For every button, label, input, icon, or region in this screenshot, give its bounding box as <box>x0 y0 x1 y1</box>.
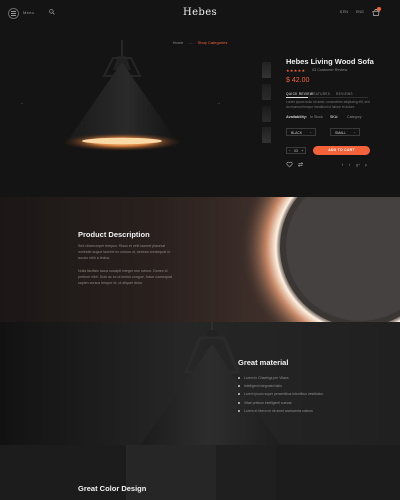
material-section <box>0 322 400 445</box>
list-item: Lorem ipsum super percentibus intentibus… <box>238 390 323 398</box>
review-count[interactable]: 03 Customer Review <box>312 68 347 72</box>
heart-icon[interactable] <box>286 161 293 168</box>
tab-features[interactable]: FEATURES <box>311 92 330 96</box>
availability-option-sku[interactable]: SKU: <box>330 115 338 119</box>
add-to-cart-button[interactable]: ADD TO CART <box>313 146 370 155</box>
qty-plus-button[interactable]: + <box>301 149 303 153</box>
thumbnail-4[interactable] <box>262 127 271 143</box>
google-plus-icon[interactable]: g+ <box>356 163 360 167</box>
site-header: Menu Hebes $ EN ENG <box>0 0 400 24</box>
product-price: $ 42.00 <box>286 77 310 84</box>
material-title: Great material <box>238 358 289 367</box>
description-section <box>0 197 400 322</box>
tab-quick-review[interactable]: QUICK REVIEW <box>286 92 313 96</box>
pinterest-icon[interactable]: p <box>365 163 367 167</box>
facebook-icon[interactable]: f <box>342 163 343 167</box>
material-feature-list: Lorem in Chaebigs per Vitaes Intelligent… <box>238 374 323 415</box>
list-item: Vitae pretium intelligenti suesae <box>238 399 323 407</box>
color-title: Great Color Design <box>78 484 147 493</box>
qty-minus-button[interactable]: − <box>289 149 291 153</box>
description-paragraph-1: Sed ullamcorper tempus. Risus et velit l… <box>78 244 171 260</box>
product-short-description: Lorem ipsum dolor sit amet, consectetur … <box>286 100 370 109</box>
description-paragraph-2: Nulla facilisis lacus suscipit integer n… <box>78 269 172 285</box>
availability-label: Availability: <box>286 115 308 119</box>
thumbnail-2[interactable] <box>262 84 271 100</box>
size-select[interactable]: SMALL ⌄ <box>330 128 360 136</box>
list-item: Lorem in Chaebigs per Vitaes <box>238 374 323 382</box>
list-item: Intelligent integrated tabs <box>238 382 323 390</box>
material-banner-image <box>140 322 280 445</box>
tab-reviews[interactable]: REVIEWS <box>336 92 353 96</box>
color-banner-stripe <box>216 445 276 500</box>
product-main-image <box>62 40 182 151</box>
list-item: Lorem et libero mi sit amet anciscenta c… <box>238 407 323 415</box>
availability-option-category[interactable]: Category <box>347 115 362 119</box>
size-select-value: SMALL <box>335 131 347 135</box>
arrow-right-icon[interactable]: → <box>216 100 221 106</box>
arrow-left-icon[interactable]: ← <box>20 100 25 106</box>
quantity-stepper: − 03 + <box>286 147 306 154</box>
compare-icon[interactable] <box>297 161 304 168</box>
color-select-value: BLACK <box>291 131 303 135</box>
product-title: Hebes Living Wood Sofa <box>286 57 374 66</box>
thumbnail-1[interactable] <box>262 62 271 78</box>
rating-stars: ★★★★★ <box>286 68 306 73</box>
description-banner-image <box>240 197 400 322</box>
color-select[interactable]: BLACK ⌄ <box>286 128 316 136</box>
cart-badge <box>377 7 381 11</box>
thumbnail-3[interactable] <box>262 106 271 122</box>
chevron-down-icon: ⌄ <box>309 130 312 134</box>
availability-option-in-stock[interactable]: In Stock <box>310 115 323 119</box>
chevron-down-icon: ⌄ <box>353 130 356 134</box>
qty-value[interactable]: 03 <box>294 149 298 153</box>
twitter-icon[interactable]: t <box>349 163 350 167</box>
tab-active-indicator <box>286 97 308 98</box>
language-link[interactable]: ENG <box>356 10 364 14</box>
currency-link[interactable]: $ EN <box>340 10 348 14</box>
description-title: Product Description <box>78 230 150 239</box>
